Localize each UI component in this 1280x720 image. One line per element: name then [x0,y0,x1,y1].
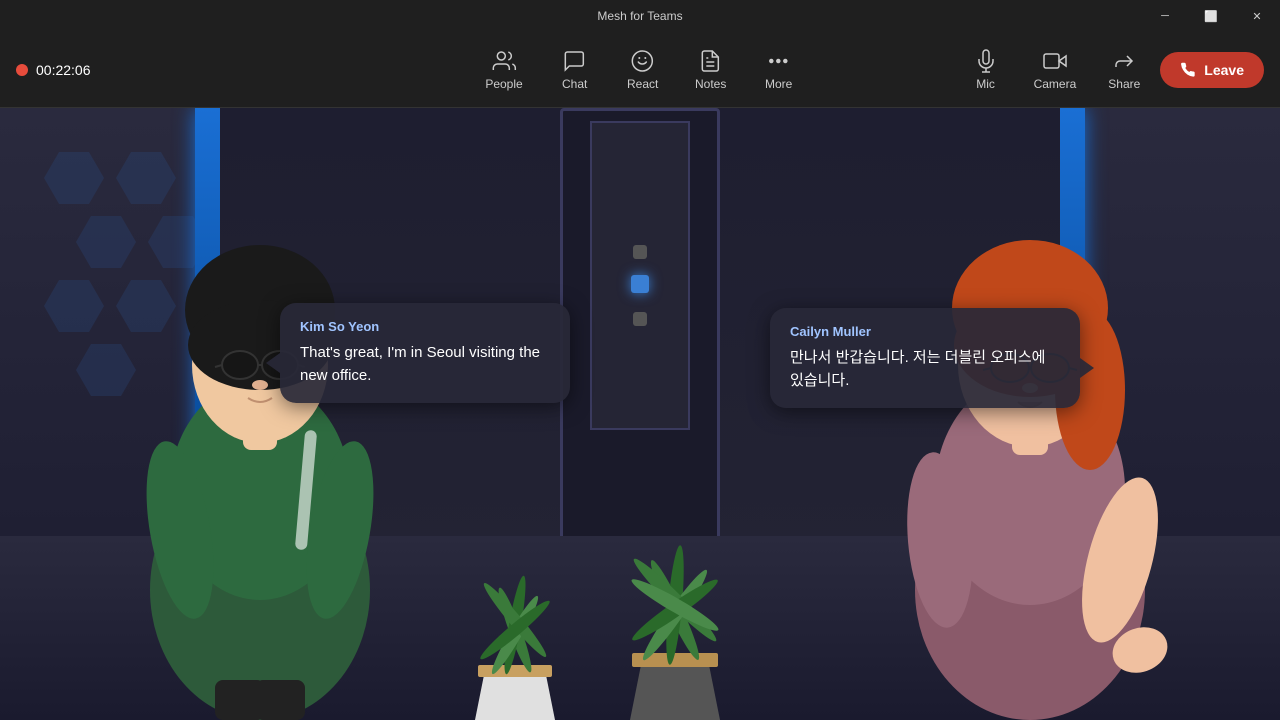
mic-label: Mic [976,77,995,91]
notes-label: Notes [695,77,726,91]
camera-icon [1043,49,1067,73]
toolbar-right: Mic Camera Share Leave [958,41,1264,99]
toolbar: 00:22:06 People Chat [0,32,1280,108]
chat-label: Chat [562,77,587,91]
mic-button[interactable]: Mic [958,41,1014,99]
chat-icon [563,49,587,73]
more-label: More [765,77,792,91]
main-scene: Kim So Yeon That's great, I'm in Seoul v… [0,108,1280,720]
recording-dot [16,64,28,76]
speech-bubble-cailyn: Cailyn Muller 만나서 반갑습니다. 저는 더블린 오피스에 있습니… [770,308,1080,408]
share-label: Share [1108,77,1140,91]
people-icon [492,49,516,73]
toolbar-center: People Chat React [469,41,810,99]
window-controls: ─ ⬜ ✕ [1142,0,1280,32]
people-button[interactable]: People [469,41,538,99]
bubble-text-kim: That's great, I'm in Seoul visiting the … [300,342,550,387]
plant-left [460,565,570,720]
door-light-blue [631,275,649,293]
titlebar: Mesh for Teams ─ ⬜ ✕ [0,0,1280,32]
camera-button[interactable]: Camera [1022,41,1089,99]
minimize-button[interactable]: ─ [1142,0,1188,32]
react-label: React [627,77,658,91]
notes-button[interactable]: Notes [679,41,743,99]
avatar-kim-so-yeon [60,110,460,720]
notes-icon [699,49,723,73]
bubble-name-cailyn: Cailyn Muller [790,324,1060,339]
react-button[interactable]: React [611,41,675,99]
door-light-bottom [633,312,647,326]
recording-timer: 00:22:06 [36,62,91,78]
plant-right [610,535,740,720]
avatar-cailyn-muller [820,130,1240,720]
window-title: Mesh for Teams [597,9,682,23]
close-button[interactable]: ✕ [1234,0,1280,32]
bubble-name-kim: Kim So Yeon [300,319,550,334]
bubble-text-cailyn: 만나서 반갑습니다. 저는 더블린 오피스에 있습니다. [790,347,1060,392]
leave-phone-icon [1180,62,1196,78]
door-light-top [633,245,647,259]
share-icon [1112,49,1136,73]
more-button[interactable]: More [747,41,811,99]
camera-label: Camera [1034,77,1077,91]
maximize-button[interactable]: ⬜ [1188,0,1234,32]
react-icon [631,49,655,73]
mic-icon [974,49,998,73]
recording-indicator: 00:22:06 [16,62,91,78]
share-button[interactable]: Share [1096,41,1152,99]
door-panel [590,121,690,430]
chat-button[interactable]: Chat [543,41,607,99]
leave-button[interactable]: Leave [1160,52,1264,88]
more-icon [767,49,791,73]
speech-bubble-kim: Kim So Yeon That's great, I'm in Seoul v… [280,303,570,403]
leave-label: Leave [1204,62,1244,78]
people-label: People [485,77,522,91]
